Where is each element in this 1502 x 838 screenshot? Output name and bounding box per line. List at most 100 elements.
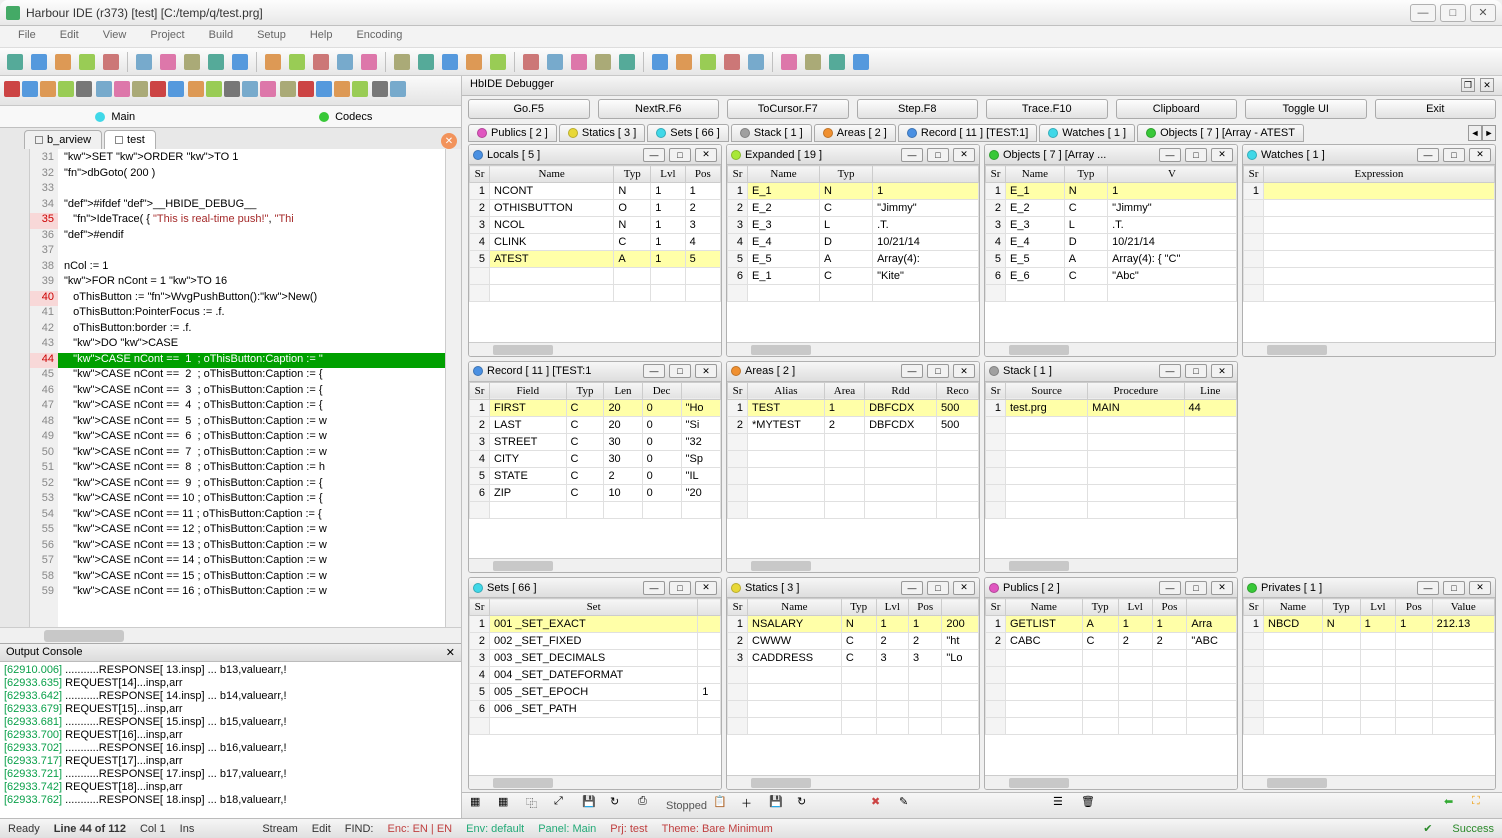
panel-scrollbar[interactable] <box>727 775 979 789</box>
table-row[interactable]: 2002 _SET_FIXED <box>470 633 721 650</box>
dbg-btn-go-f5[interactable]: Go.F5 <box>468 99 590 119</box>
table-row[interactable]: 3003 _SET_DECIMALS <box>470 650 721 667</box>
tool-button-30[interactable] <box>778 51 800 73</box>
panel-scrollbar[interactable] <box>1243 342 1495 356</box>
table-row[interactable]: 1NBCDN11212.13 <box>1244 616 1495 633</box>
panel-max-icon[interactable]: □ <box>1185 581 1207 595</box>
tool-button-18[interactable] <box>334 81 350 100</box>
tool-button-4[interactable] <box>100 51 122 73</box>
top-tab[interactable]: Record [ 11 ] [TEST:1] <box>898 124 1037 142</box>
panel-min-icon[interactable]: — <box>1159 364 1181 378</box>
list-icon[interactable]: ☰ <box>1053 795 1075 817</box>
close-tab-icon[interactable]: ✕ <box>441 133 457 149</box>
tabs-next[interactable]: ► <box>1482 125 1496 141</box>
panel-min-icon[interactable]: — <box>1417 148 1439 162</box>
tool-button-4[interactable] <box>76 81 92 100</box>
tool-button-21[interactable] <box>390 81 406 100</box>
tool-button-17[interactable] <box>439 51 461 73</box>
tab-group[interactable]: Main <box>0 106 231 127</box>
panel-scrollbar[interactable] <box>727 558 979 572</box>
tool-button-33[interactable] <box>850 51 872 73</box>
table-row[interactable]: 6ZIPC100"20 <box>470 484 721 501</box>
tool-button-0[interactable] <box>4 81 20 100</box>
dbg-btn-nextr-f6[interactable]: NextR.F6 <box>598 99 720 119</box>
tool-button-23[interactable] <box>592 51 614 73</box>
panel-close-icon[interactable]: ✕ <box>695 581 717 595</box>
table-row[interactable]: 5E_5AArray(4): <box>728 251 979 268</box>
disk-icon[interactable]: 💾 <box>769 795 791 817</box>
console-close-icon[interactable]: ✕ <box>446 646 455 659</box>
panel-min-icon[interactable]: — <box>643 581 665 595</box>
panel-close-icon[interactable]: ✕ <box>1211 148 1233 162</box>
table-row[interactable]: 3STREETC300"32 <box>470 433 721 450</box>
panel-min-icon[interactable]: — <box>901 581 923 595</box>
tool-button-19[interactable] <box>352 81 368 100</box>
panel-scrollbar[interactable] <box>985 342 1237 356</box>
menu-encoding[interactable]: Encoding <box>344 26 414 47</box>
table-row[interactable]: 6006 _SET_PATH <box>470 701 721 718</box>
panel-table[interactable]: SrFieldTypLenDec1FIRSTC200"Ho2LASTC200"S… <box>469 382 721 519</box>
tool-button-20[interactable] <box>372 81 388 100</box>
table-row[interactable]: 1TEST1DBFCDX500 <box>728 399 979 416</box>
tool-button-25[interactable] <box>649 51 671 73</box>
tool-button-8[interactable] <box>150 81 166 100</box>
panel-scrollbar[interactable] <box>985 558 1237 572</box>
panel-max-icon[interactable]: □ <box>669 581 691 595</box>
redo-icon[interactable]: ↻ <box>797 795 819 817</box>
top-tab[interactable]: Areas [ 2 ] <box>814 124 896 142</box>
top-tab[interactable]: Sets [ 66 ] <box>647 124 729 142</box>
panel-scrollbar[interactable] <box>469 558 721 572</box>
console-body[interactable]: [62910.006] ...........RESPONSE[ 13.insp… <box>0 662 461 818</box>
tool-button-16[interactable] <box>298 81 314 100</box>
dbg-btn-exit[interactable]: Exit <box>1375 99 1497 119</box>
top-tab[interactable]: Stack [ 1 ] <box>731 124 812 142</box>
panel-close-icon[interactable]: ✕ <box>1469 581 1491 595</box>
tool-button-6[interactable] <box>157 51 179 73</box>
top-tab[interactable]: Watches [ 1 ] <box>1039 124 1135 142</box>
tool-button-10[interactable] <box>262 51 284 73</box>
panel-close-icon[interactable]: ✕ <box>1211 581 1233 595</box>
tab-group[interactable]: Codecs <box>231 106 462 127</box>
panel-max-icon[interactable]: □ <box>1443 581 1465 595</box>
table-row[interactable]: 4CLINKC14 <box>470 234 721 251</box>
top-tab[interactable]: Objects [ 7 ] [Array - ATEST <box>1137 124 1304 142</box>
table-row[interactable]: 2E_2C"Jimmy" <box>728 200 979 217</box>
tool-button-6[interactable] <box>114 81 130 100</box>
tool-button-0[interactable] <box>4 51 26 73</box>
panel-table[interactable]: SrSourceProcedureLine1test.prgMAIN44 <box>985 382 1237 519</box>
panel-min-icon[interactable]: — <box>643 364 665 378</box>
tool-button-7[interactable] <box>132 81 148 100</box>
maximize-button[interactable]: □ <box>1440 4 1466 22</box>
table-row[interactable]: 2*MYTEST2DBFCDX500 <box>728 416 979 433</box>
tool-button-1[interactable] <box>28 51 50 73</box>
wand-icon[interactable]: ✎ <box>899 795 921 817</box>
panel-scrollbar[interactable] <box>985 775 1237 789</box>
debugger-restore-icon[interactable]: ❐ <box>1461 78 1475 92</box>
panel-scrollbar[interactable] <box>727 342 979 356</box>
panel-table[interactable]: SrNameTypLvlPos1GETLISTA11Arra2CABCC22"A… <box>985 598 1237 735</box>
panel-max-icon[interactable]: □ <box>927 364 949 378</box>
table-row[interactable]: 6E_6C"Abc" <box>986 268 1237 285</box>
close-button[interactable]: ✕ <box>1470 4 1496 22</box>
table-row[interactable]: 5STATEC20"IL <box>470 467 721 484</box>
save-icon[interactable]: 💾 <box>582 795 604 817</box>
menu-edit[interactable]: Edit <box>48 26 91 47</box>
tool-button-28[interactable] <box>721 51 743 73</box>
tool-button-24[interactable] <box>616 51 638 73</box>
tool-button-19[interactable] <box>487 51 509 73</box>
panel-table[interactable]: SrSet1001 _SET_EXACT2002 _SET_FIXED3003 … <box>469 598 721 735</box>
table-row[interactable]: 5005 _SET_EPOCH1 <box>470 684 721 701</box>
tool-button-2[interactable] <box>40 81 56 100</box>
horizontal-scrollbar[interactable] <box>0 627 461 643</box>
tool-button-13[interactable] <box>242 81 258 100</box>
dbg-btn-clipboard[interactable]: Clipboard <box>1116 99 1238 119</box>
file-tab-b_arview[interactable]: b_arview <box>24 130 102 149</box>
table-row[interactable]: 5E_5AArray(4): { "C" <box>986 251 1237 268</box>
menu-view[interactable]: View <box>91 26 139 47</box>
tool-button-12[interactable] <box>310 51 332 73</box>
table-row[interactable]: 4CITYC300"Sp <box>470 450 721 467</box>
trash-icon[interactable]: 🗑 <box>1081 795 1103 817</box>
file-tab-test[interactable]: test <box>104 130 156 149</box>
panel-min-icon[interactable]: — <box>1159 148 1181 162</box>
panel-table[interactable]: SrNameTypLvlPos1NSALARYN112002CWWWC22"ht… <box>727 598 979 735</box>
